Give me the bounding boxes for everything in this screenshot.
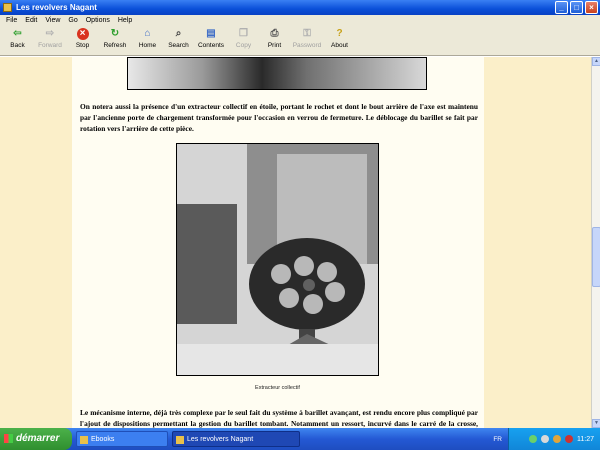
folder-icon: [80, 436, 88, 444]
document-page: On notera aussi la présence d'un extract…: [72, 57, 484, 428]
back-arrow-icon: ⇦: [13, 28, 22, 39]
minimize-button[interactable]: _: [555, 1, 568, 14]
paragraph-mechanism: Le mécanisme interne, déjà très complexe…: [80, 408, 478, 428]
search-button[interactable]: ⌕ Search: [163, 26, 194, 56]
forward-button[interactable]: ⇨ Forward: [33, 26, 67, 56]
print-label: Print: [267, 42, 282, 49]
back-label: Back: [10, 42, 25, 49]
language-indicator[interactable]: FR: [493, 436, 502, 443]
paragraph-extractor: On notera aussi la présence d'un extract…: [80, 102, 478, 133]
refresh-button[interactable]: ↻ Refresh: [98, 26, 132, 56]
taskbar-item-nagant[interactable]: Les revolvers Nagant: [172, 431, 300, 447]
forward-label: Forward: [38, 42, 62, 49]
clock[interactable]: 11:27: [577, 436, 594, 443]
copy-icon: ❐: [239, 28, 248, 39]
vertical-scrollbar[interactable]: ▲ ▼: [591, 57, 600, 428]
maximize-button[interactable]: □: [570, 1, 583, 14]
refresh-icon: ↻: [110, 28, 120, 39]
contents-label: Contents: [197, 42, 225, 49]
toolbar: ⇦ Back ⇨ Forward × Stop ↻ Refresh ⌂ Home…: [0, 26, 600, 56]
print-icon: ⎙: [270, 28, 279, 39]
stop-button[interactable]: × Stop: [67, 26, 98, 56]
revolver-photo-top: [127, 57, 427, 90]
window-title-bar[interactable]: Les revolvers Nagant _ □ ×: [0, 0, 600, 15]
menu-bar: File Edit View Go Options Help: [0, 15, 600, 26]
photo-caption: Extracteur collectif: [255, 385, 300, 391]
scroll-up-button[interactable]: ▲: [592, 57, 600, 66]
taskbar-item-label: Ebooks: [91, 436, 115, 443]
menu-go[interactable]: Go: [64, 15, 81, 26]
left-margin: [0, 57, 72, 428]
search-label: Search: [168, 42, 189, 49]
stop-label: Stop: [75, 42, 90, 49]
menu-edit[interactable]: Edit: [21, 15, 41, 26]
start-label: démarrer: [16, 433, 60, 444]
windows-logo-icon: [4, 434, 13, 443]
menu-options[interactable]: Options: [82, 15, 114, 26]
about-label: About: [331, 42, 348, 49]
copy-label: Copy: [235, 42, 252, 49]
print-button[interactable]: ⎙ Print: [259, 26, 290, 56]
taskbar-item-label: Les revolvers Nagant: [187, 436, 254, 443]
about-icon: ?: [336, 28, 343, 39]
password-button[interactable]: ⚿ Password: [290, 26, 324, 56]
stop-icon: ×: [76, 28, 89, 40]
document-view[interactable]: On notera aussi la présence d'un extract…: [0, 57, 591, 428]
refresh-label: Refresh: [103, 42, 127, 49]
scroll-down-button[interactable]: ▼: [592, 419, 600, 428]
volume-icon[interactable]: [541, 435, 549, 443]
about-button[interactable]: ? About: [324, 26, 355, 56]
taskbar-item-ebooks[interactable]: Ebooks: [76, 431, 168, 447]
start-button[interactable]: démarrer: [0, 428, 72, 450]
key-icon: ⚿: [303, 28, 311, 39]
window-title: Les revolvers Nagant: [16, 3, 97, 12]
right-margin: [484, 57, 591, 428]
search-icon: ⌕: [175, 28, 182, 39]
window-controls: _ □ ×: [555, 1, 598, 14]
system-tray: 11:27: [508, 428, 600, 450]
forward-arrow-icon: ⇨: [45, 28, 55, 39]
contents-button[interactable]: ▤ Contents: [194, 26, 228, 56]
copy-button[interactable]: ❐ Copy: [228, 26, 259, 56]
cylinder-extractor-photo: [176, 143, 379, 376]
password-label: Password: [292, 42, 322, 49]
antivirus-icon[interactable]: [565, 435, 573, 443]
app-icon: [3, 3, 12, 12]
taskbar: démarrer Ebooks Les revolvers Nagant FR …: [0, 428, 600, 450]
menu-view[interactable]: View: [41, 15, 64, 26]
scroll-thumb[interactable]: [592, 227, 600, 287]
app-icon: [176, 436, 184, 444]
home-icon: ⌂: [144, 28, 151, 39]
network-icon[interactable]: [529, 435, 537, 443]
shield-icon[interactable]: [553, 435, 561, 443]
menu-help[interactable]: Help: [114, 15, 136, 26]
back-button[interactable]: ⇦ Back: [2, 26, 33, 56]
close-button[interactable]: ×: [585, 1, 598, 14]
home-label: Home: [138, 42, 157, 49]
menu-file[interactable]: File: [2, 15, 21, 26]
home-button[interactable]: ⌂ Home: [132, 26, 163, 56]
contents-icon: ▤: [206, 28, 216, 39]
